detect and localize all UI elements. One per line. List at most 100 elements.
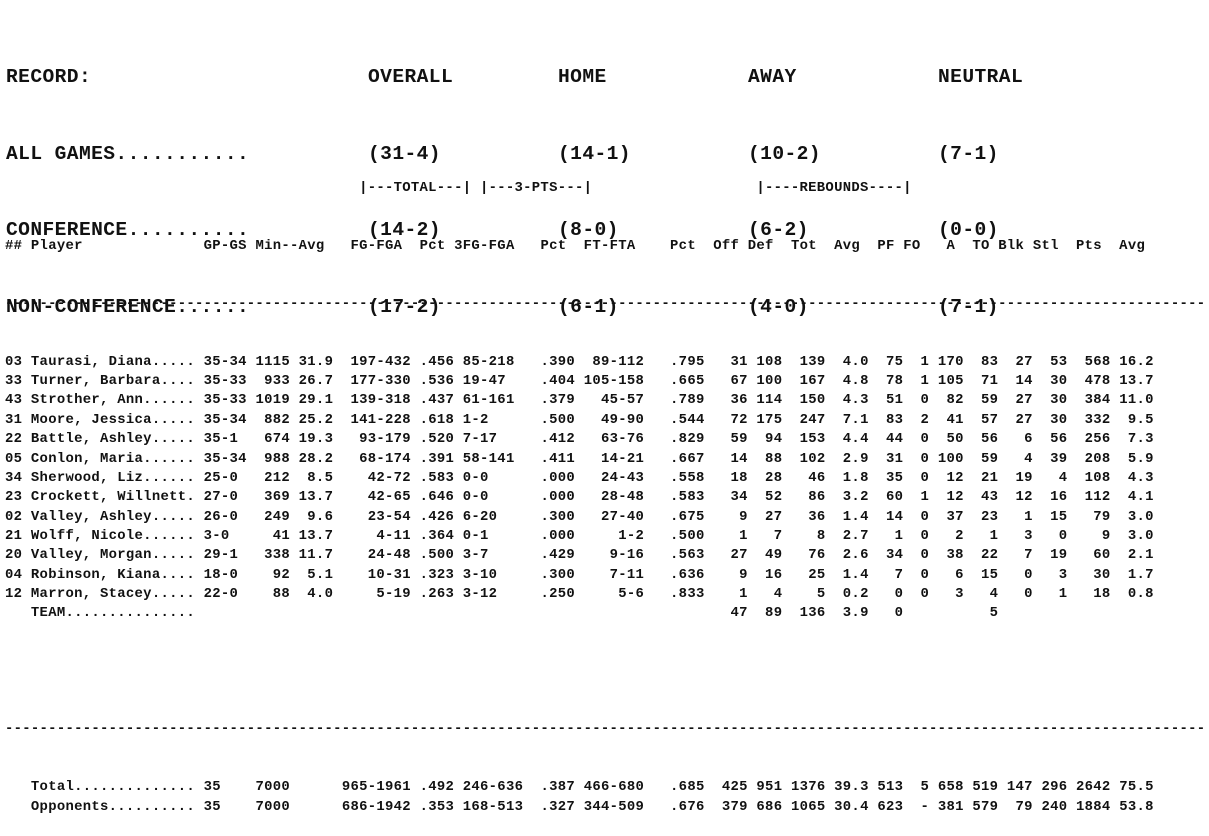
cell-fo: - (911, 798, 938, 815)
column-header: FO (903, 237, 930, 254)
cell-fg3-pct: .411 (540, 450, 584, 467)
cell-tot: 153 (790, 431, 835, 448)
cell-num: 04 (5, 566, 31, 583)
cell-ft: 466-680 (583, 779, 671, 796)
cell-num: 20 (5, 547, 31, 564)
cell-pf: 0 (877, 585, 912, 602)
cell-ft-pct: .583 (670, 489, 714, 506)
cell-min: 88 (255, 585, 299, 602)
column-header: Def (747, 237, 783, 254)
cell-pts-avg: 5.9 (1119, 450, 1154, 467)
cell-fg3: 0-0 (462, 489, 541, 506)
cell-to: 15 (972, 566, 1007, 583)
cell-fg: 93-179 (341, 431, 420, 448)
cell-fg-pct: .583 (419, 469, 463, 486)
cell-fo: 0 (911, 527, 938, 544)
column-header: Min-- (255, 237, 299, 254)
cell-min-avg: 28.2 (298, 450, 342, 467)
cell-gpgs: 35-34 (203, 411, 256, 428)
cell-def: 28 (756, 469, 791, 486)
cell-pts-avg: 53.8 (1119, 798, 1154, 815)
cell-min-avg: 31.9 (298, 353, 342, 370)
cell-pts-avg: 4.1 (1119, 489, 1154, 506)
cell-num (5, 605, 31, 621)
cell-to: 22 (972, 547, 1007, 564)
record-title: RECORD: (6, 66, 92, 88)
cell-min: 92 (255, 566, 299, 583)
cell-pf: 44 (877, 431, 912, 448)
cell-fg3: 3-10 (462, 566, 541, 583)
cell-fg-pct: .492 (419, 779, 463, 796)
totals-row: Total.............. 35 7000 965-1961 .49… (5, 778, 1205, 797)
pad (5, 180, 359, 196)
cell-min: 988 (255, 450, 299, 467)
player-row: 20 Valley, Morgan..... 29-1 338 11.7 24-… (5, 546, 1205, 565)
cell-blk: 27 (1006, 353, 1042, 370)
cell-def: 4 (756, 585, 791, 602)
cell-gpgs: 35-1 (203, 431, 256, 448)
column-header: Avg (1110, 237, 1146, 254)
cell-fg3: 61-161 (462, 392, 541, 409)
cell-def: 88 (756, 450, 791, 467)
cell-fg: 23-54 (341, 508, 420, 525)
cell-min: 212 (255, 469, 299, 486)
cell-ft-pct: .676 (670, 798, 714, 815)
cell-a: 12 (937, 469, 973, 486)
cell-pts-avg: 1.7 (1119, 566, 1154, 583)
cell-def: 108 (756, 353, 791, 370)
cell-ft: 344-509 (583, 798, 671, 815)
cell-a: 50 (937, 431, 973, 448)
cell-stl: 15 (1041, 508, 1076, 525)
cell-tot: 25 (790, 566, 835, 583)
cell-a: 2 (937, 527, 973, 544)
cell-ft: 45-57 (583, 392, 671, 409)
cell-stl: 19 (1041, 547, 1076, 564)
player-row: 05 Conlon, Maria...... 35-34 988 28.2 68… (5, 450, 1205, 469)
cell-fg3-pct: .412 (540, 431, 584, 448)
cell-stl (1041, 605, 1076, 621)
column-header: Pts (1067, 237, 1111, 254)
column-header: Avg (825, 237, 869, 254)
cell-blk: 27 (1006, 411, 1042, 428)
cell-fo: 0 (911, 585, 938, 602)
cell-name: Battle, Ashley..... (30, 431, 204, 448)
cell-pts: 1884 (1076, 798, 1120, 815)
cell-blk: 7 (1006, 547, 1042, 564)
cell-name: Crockett, Willnett. (30, 489, 204, 506)
column-header: PF (868, 237, 904, 254)
cell-stl: 0 (1041, 527, 1076, 544)
cell-off: 1 (713, 527, 757, 544)
cell-ft-pct: .544 (670, 411, 714, 428)
cell-num: 34 (5, 469, 31, 486)
column-header-row: ## Player GP-GS Min--Avg FG-FGA Pct 3FG-… (5, 237, 1205, 256)
cell-fg: 139-318 (341, 392, 420, 409)
group-header-3pts: |---3-PTS---| (479, 179, 593, 196)
cell-tot: 36 (790, 508, 835, 525)
cell-def: 7 (756, 527, 791, 544)
cell-gpgs: 35-33 (203, 392, 256, 409)
total-rows: Total.............. 35 7000 965-1961 .49… (5, 778, 1205, 817)
cell-pf: 14 (877, 508, 912, 525)
cell-fg-pct: .456 (419, 353, 463, 370)
cell-blk: 19 (1006, 469, 1042, 486)
cell-fg3-pct: .300 (540, 566, 584, 583)
cell-tot: 167 (790, 373, 835, 390)
cell-fg3: 6-20 (462, 508, 541, 525)
cell-off: 425 (713, 779, 757, 796)
cell-tot: 102 (790, 450, 835, 467)
cell-fg-pct: .353 (419, 798, 463, 815)
cell-fg: 5-19 (341, 585, 420, 602)
cell-tot: 8 (790, 527, 835, 544)
cell-name: Valley, Morgan..... (30, 547, 204, 564)
cell-pf: 35 (877, 469, 912, 486)
cell-off: 9 (713, 566, 757, 583)
cell-ft: 89-112 (583, 353, 671, 370)
cell-pts: 9 (1076, 527, 1120, 544)
column-header: ## (5, 237, 31, 254)
cell-def: 94 (756, 431, 791, 448)
record-col-neutral: NEUTRAL (938, 66, 1024, 88)
cell-blk: 147 (1006, 779, 1042, 796)
cell-pts: 256 (1076, 431, 1120, 448)
cell-reb-avg: 1.4 (834, 566, 878, 583)
